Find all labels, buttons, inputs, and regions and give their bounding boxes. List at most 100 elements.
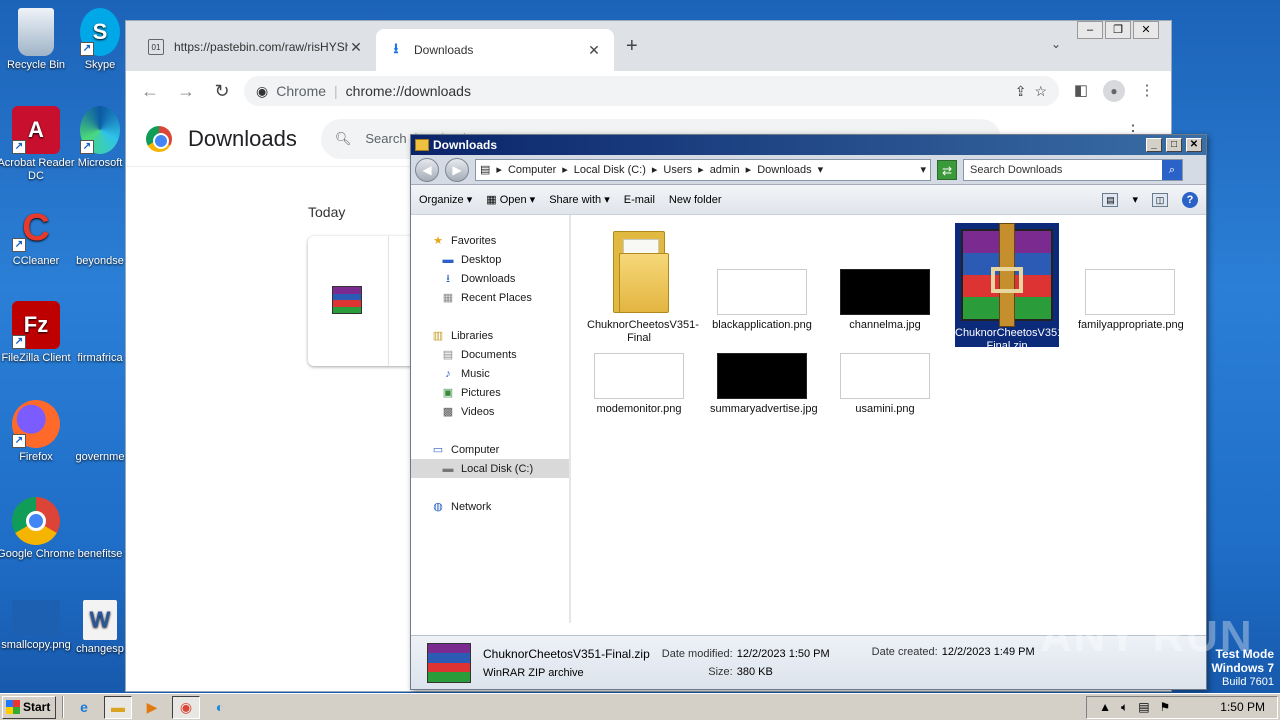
open-button[interactable]: ▦ Open ▾ [486,193,535,206]
chrome-menu-icon[interactable]: ⋮ [1133,77,1161,105]
desktop-icon-edge[interactable]: ↗ Microsoft [70,106,130,170]
shortcut-arrow-icon: ↗ [12,140,26,154]
desktop-icon-firefox[interactable]: ↗ Firefox [0,400,76,464]
desktop-icon-recycle-bin[interactable]: Recycle Bin [0,8,76,72]
reload-button[interactable]: ↻ [208,77,236,105]
shortcut-arrow-icon: ↗ [80,140,94,154]
start-button[interactable]: Start [2,695,56,719]
image-thumbnail [594,353,684,399]
desktop-icon-benefitse[interactable]: benefitse [70,497,130,561]
nav-videos[interactable]: ▩ Videos [411,402,569,421]
nav-music[interactable]: ♪ Music [411,364,569,383]
breadcrumb[interactable]: ▤ ▸ Computer ▸ Local Disk (C:) ▸ Users ▸… [475,158,931,181]
address-bar[interactable]: ◉ Chrome | chrome://downloads ⇪ ☆ [244,76,1059,106]
edge-taskbar-icon[interactable]: ◐ [206,696,234,719]
help-icon[interactable]: ? [1182,191,1198,208]
desktop-icon-acrobat[interactable]: A ↗ Acrobat Reader DC [0,106,76,183]
breadcrumb-local-disk[interactable]: Local Disk (C:) [574,164,646,176]
profile-avatar-icon[interactable]: ● [1103,80,1125,102]
file-item-zip-selected[interactable]: ChuknorCheetosV351-Final.zip [955,223,1067,352]
close-button[interactable]: ✕ [1133,21,1159,39]
skype-icon: S ↗ [80,8,120,56]
desktop-icon-changesp[interactable]: W changesp [70,600,130,656]
maximize-button[interactable]: □ [1166,138,1182,152]
file-item-summaryadvertise[interactable]: summaryadvertise.jpg [710,353,818,416]
action-center-flag-icon[interactable]: ⚑ [1160,700,1171,714]
internet-explorer-icon[interactable]: e [70,696,98,719]
volume-icon[interactable]: 🔈︎ [1121,700,1128,715]
desktop-icon-chrome[interactable]: Google Chrome [0,497,76,561]
desktop-icon-governme[interactable]: governme [70,400,130,464]
forward-button[interactable]: ▶ [445,157,469,182]
forward-button[interactable]: → [172,77,200,105]
side-panel-icon[interactable]: ◧ [1067,77,1095,105]
file-item-blackapplication[interactable]: blackapplication.png [710,223,814,332]
view-options-icon[interactable]: ▤ [1102,192,1119,207]
maximize-button[interactable]: ❐ [1105,21,1131,39]
new-folder-button[interactable]: New folder [669,194,722,206]
desktop-icon-skype[interactable]: S ↗ Skype [70,8,130,72]
explorer-search-input[interactable]: Search Downloads ⌕ [963,158,1183,181]
breadcrumb-users[interactable]: Users [663,164,692,176]
chrome-logo-icon [146,125,172,152]
nav-recent-places[interactable]: ▦ Recent Places [411,288,569,307]
desktop-icon-filezilla[interactable]: Fz ↗ FileZilla Client [0,301,76,365]
breadcrumb-downloads[interactable]: Downloads [757,164,811,176]
search-icon[interactable]: ⌕ [1162,159,1182,180]
explorer-folder-icon[interactable]: ▬ [104,695,132,719]
nav-favorites[interactable]: ★ Favorites [411,231,569,250]
back-button[interactable]: ← [136,77,164,105]
tab-pastebin[interactable]: 01 https://pastebin.com/raw/risHYShF ✕ [136,29,376,65]
image-thumbnail [717,269,807,315]
nav-desktop[interactable]: ▬ Desktop [411,250,569,269]
minimize-button[interactable]: _ [1146,138,1162,152]
nav-network[interactable]: ◍ Network [411,497,569,516]
nav-computer[interactable]: ▭ Computer [411,440,569,459]
file-item-folder[interactable]: ChuknorCheetosV351-Final [587,223,699,345]
date-modified-value: 12/2/2023 1:50 PM [736,647,830,660]
tray-expand-icon[interactable]: ▲ [1099,700,1111,714]
nav-pictures[interactable]: ▣ Pictures [411,383,569,402]
new-tab-button[interactable]: + [626,35,638,58]
close-tab-icon[interactable]: ✕ [348,39,364,56]
share-icon[interactable]: ⇪ [1015,83,1027,100]
nav-local-disk[interactable]: ▬ Local Disk (C:) [411,459,569,478]
view-dropdown-icon[interactable]: ▾ [1132,193,1138,206]
window-controls: – ❐ ✕ [1077,21,1159,39]
desktop-icon-smallcopy[interactable]: smallcopy.png [0,600,76,652]
preview-pane-icon[interactable]: ◫ [1152,192,1168,207]
desktop-icon-beyondse[interactable]: beyondse [70,204,130,268]
file-item-channelma[interactable]: channelma.jpg [833,223,937,332]
tab-search-chevron-icon[interactable]: ⌄ [1051,37,1061,51]
refresh-button[interactable]: ⇄ [937,159,957,180]
email-button[interactable]: E-mail [624,194,655,206]
breadcrumb-admin[interactable]: admin [710,164,740,176]
file-item-modemonitor[interactable]: modemonitor.png [587,353,691,416]
file-item-familyappropriate[interactable]: familyappropriate.png [1078,223,1184,332]
nav-downloads[interactable]: ⭳ Downloads [411,269,569,288]
chrome-taskbar-icon[interactable]: ◉ [172,695,200,719]
nav-libraries[interactable]: ▥ Libraries [411,326,569,345]
desktop-icon-firmafrica[interactable]: firmafrica [70,301,130,365]
organize-button[interactable]: Organize ▾ [419,193,472,206]
nav-documents[interactable]: ▤ Documents [411,345,569,364]
back-button[interactable]: ◀ [415,157,439,182]
address-dropdown-icon[interactable]: ▾ [920,163,926,176]
network-tray-icon[interactable]: ▤ [1138,700,1149,714]
media-player-icon[interactable]: ▶ [138,696,166,719]
minimize-button[interactable]: – [1077,21,1103,39]
close-button[interactable]: ✕ [1186,138,1202,152]
breadcrumb-computer[interactable]: Computer [508,164,556,176]
tab-downloads[interactable]: ⭳ Downloads ✕ [376,29,614,71]
desktop-icon-ccleaner[interactable]: C ↗ CCleaner [0,204,76,268]
close-tab-icon[interactable]: ✕ [586,42,602,59]
clock[interactable]: 1:50 PM [1220,700,1265,714]
file-item-usamini[interactable]: usamini.png [833,353,937,416]
chrome-icon [12,497,60,545]
bookmark-star-icon[interactable]: ☆ [1034,83,1047,100]
share-with-button[interactable]: Share with ▾ [549,193,610,206]
folder-icon [415,139,429,151]
videos-icon: ▩ [442,405,454,418]
folder-icon: ▤ [480,164,491,176]
page-title: Downloads [188,125,297,151]
